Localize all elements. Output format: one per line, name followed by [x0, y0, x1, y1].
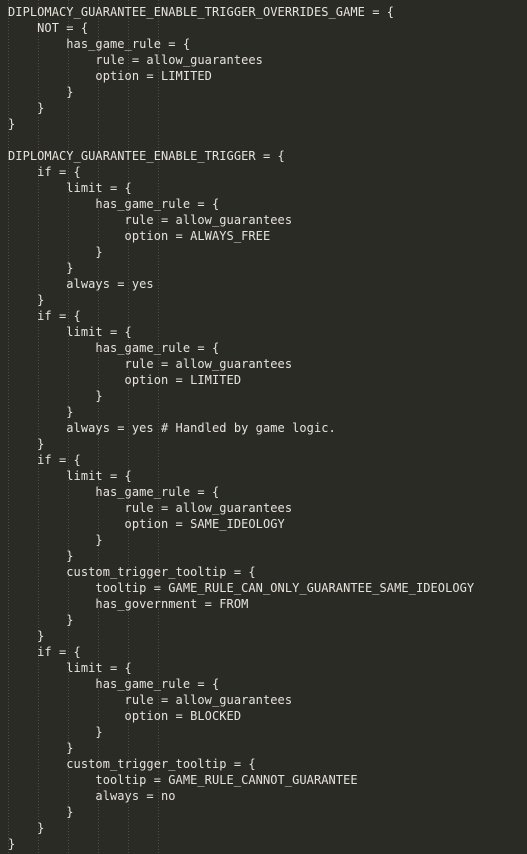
code-line[interactable]: }: [8, 836, 527, 852]
code-line[interactable]: }: [8, 116, 527, 132]
code-line[interactable]: if = {: [8, 644, 527, 660]
code-line[interactable]: if = {: [8, 164, 527, 180]
code-line[interactable]: option = ALWAYS_FREE: [8, 228, 527, 244]
code-line[interactable]: custom_trigger_tooltip = {: [8, 564, 527, 580]
code-line[interactable]: option = SAME_IDEOLOGY: [8, 516, 527, 532]
code-line[interactable]: option = BLOCKED: [8, 708, 527, 724]
code-line[interactable]: if = {: [8, 452, 527, 468]
code-line[interactable]: }: [8, 100, 527, 116]
code-line[interactable]: }: [8, 628, 527, 644]
code-line[interactable]: limit = {: [8, 468, 527, 484]
code-viewer[interactable]: DIPLOMACY_GUARANTEE_ENABLE_TRIGGER_OVERR…: [0, 0, 527, 854]
code-line[interactable]: limit = {: [8, 660, 527, 676]
code-line[interactable]: }: [8, 84, 527, 100]
code-line[interactable]: tooltip = GAME_RULE_CAN_ONLY_GUARANTEE_S…: [8, 580, 527, 596]
code-line[interactable]: }: [8, 244, 527, 260]
code-line[interactable]: if = {: [8, 308, 527, 324]
code-line[interactable]: has_game_rule = {: [8, 196, 527, 212]
code-line[interactable]: always = no: [8, 788, 527, 804]
code-line[interactable]: always = yes # Handled by game logic.: [8, 420, 527, 436]
code-line[interactable]: has_game_rule = {: [8, 36, 527, 52]
code-line[interactable]: option = LIMITED: [8, 68, 527, 84]
code-line[interactable]: rule = allow_guarantees: [8, 500, 527, 516]
code-line[interactable]: }: [8, 612, 527, 628]
code-line[interactable]: }: [8, 724, 527, 740]
code-line[interactable]: has_game_rule = {: [8, 676, 527, 692]
code-line[interactable]: option = LIMITED: [8, 372, 527, 388]
code-line[interactable]: }: [8, 436, 527, 452]
code-line[interactable]: }: [8, 532, 527, 548]
code-line[interactable]: }: [8, 388, 527, 404]
code-line[interactable]: limit = {: [8, 324, 527, 340]
code-line[interactable]: DIPLOMACY_GUARANTEE_ENABLE_TRIGGER_OVERR…: [8, 4, 527, 20]
code-line[interactable]: custom_trigger_tooltip = {: [8, 756, 527, 772]
code-line[interactable]: tooltip = GAME_RULE_CANNOT_GUARANTEE: [8, 772, 527, 788]
code-line[interactable]: }: [8, 260, 527, 276]
code-line[interactable]: has_game_rule = {: [8, 484, 527, 500]
code-line[interactable]: [8, 132, 527, 148]
code-line[interactable]: }: [8, 740, 527, 756]
code-line[interactable]: rule = allow_guarantees: [8, 212, 527, 228]
code-line[interactable]: has_game_rule = {: [8, 340, 527, 356]
code-line[interactable]: }: [8, 548, 527, 564]
code-line[interactable]: has_government = FROM: [8, 596, 527, 612]
code-line[interactable]: NOT = {: [8, 20, 527, 36]
code-line[interactable]: }: [8, 804, 527, 820]
code-line[interactable]: DIPLOMACY_GUARANTEE_ENABLE_TRIGGER = {: [8, 148, 527, 164]
code-line[interactable]: rule = allow_guarantees: [8, 52, 527, 68]
code-line[interactable]: always = yes: [8, 276, 527, 292]
code-line[interactable]: }: [8, 292, 527, 308]
code-line[interactable]: rule = allow_guarantees: [8, 356, 527, 372]
code-line[interactable]: limit = {: [8, 180, 527, 196]
code-line[interactable]: rule = allow_guarantees: [8, 692, 527, 708]
code-line[interactable]: }: [8, 404, 527, 420]
code-text-area[interactable]: DIPLOMACY_GUARANTEE_ENABLE_TRIGGER_OVERR…: [0, 4, 527, 852]
code-line[interactable]: }: [8, 820, 527, 836]
